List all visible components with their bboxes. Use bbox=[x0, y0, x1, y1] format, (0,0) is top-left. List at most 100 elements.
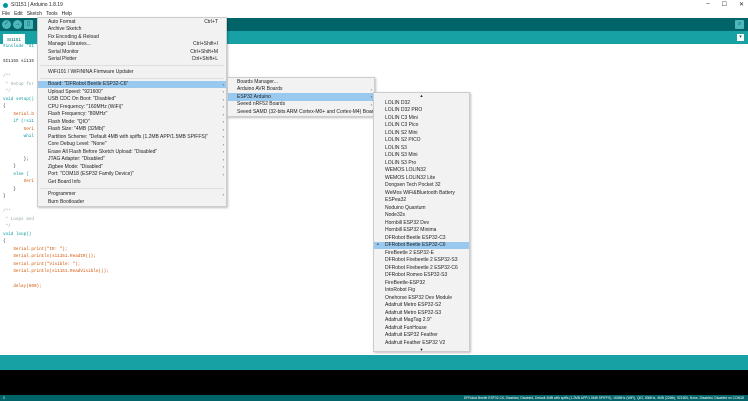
board-option[interactable]: Adafruit FunHouse bbox=[374, 324, 469, 332]
menu-item-label: Manage Libraries... bbox=[48, 41, 91, 48]
board-option[interactable]: Adafruit ESP32 Feather bbox=[374, 332, 469, 340]
tools-menu-item[interactable]: Archive Sketch bbox=[38, 26, 226, 34]
tools-menu-item[interactable]: Fix Encoding & Reload bbox=[38, 33, 226, 41]
board-option[interactable]: Hornbill ESP32 Dev bbox=[374, 219, 469, 227]
tools-menu-item[interactable]: Programmer › bbox=[38, 191, 226, 199]
board-option[interactable]: ESPea32 bbox=[374, 197, 469, 205]
board-option[interactable]: DFRobot Romeo ESP32-S3 bbox=[374, 272, 469, 280]
tools-menu-item[interactable]: USB CDC On Boot: "Disabled" › bbox=[38, 96, 226, 104]
verify-button[interactable]: ✓ bbox=[2, 20, 11, 29]
board-option[interactable]: LOLIN C3 Pico bbox=[374, 122, 469, 130]
board-option-label: Hornbill ESP32 Dev bbox=[385, 219, 430, 226]
board-option[interactable]: Adafruit Feather ESP32 V2 bbox=[374, 339, 469, 347]
board-option-label: DFRobot Beetle ESP32-C3 bbox=[385, 234, 446, 241]
tools-menu-item[interactable]: Get Board Info bbox=[38, 178, 226, 186]
tools-menu-item[interactable]: Board: "DFRobot Beetle ESP32-C6" › bbox=[38, 80, 226, 88]
menu-item-label: Upload Speed: "921600" bbox=[48, 88, 103, 95]
close-button[interactable]: ✕ bbox=[739, 1, 744, 8]
tools-menu-item[interactable]: WiFi101 / WiFiNINA Firmware Updater bbox=[38, 68, 226, 76]
boards-menu-item[interactable]: Seeed nRF52 Boards › bbox=[228, 101, 374, 109]
board-option[interactable]: LOLIN D32 PRO bbox=[374, 107, 469, 115]
chevron-right-icon: › bbox=[222, 126, 224, 132]
boards-menu-item[interactable]: Arduino AVR Boards › bbox=[228, 86, 374, 94]
chevron-right-icon: › bbox=[222, 134, 224, 140]
board-option[interactable]: LOLIN S3 Mini bbox=[374, 152, 469, 160]
menu-item-label: Port: "COM18 (ESP32 Family Device)" bbox=[48, 171, 134, 178]
new-button[interactable]: ▯ bbox=[24, 20, 33, 29]
serial-monitor-button[interactable]: ⌕ bbox=[735, 20, 744, 29]
board-option[interactable]: IntoRobot Fig bbox=[374, 287, 469, 295]
board-option[interactable]: LOLIN S3 bbox=[374, 144, 469, 152]
board-option[interactable]: WEMOS LOLIN32 bbox=[374, 167, 469, 175]
board-option[interactable]: Onehorse ESP32 Dev Module bbox=[374, 294, 469, 302]
board-option[interactable]: DFRobot Firebeetle 2 ESP32-S3 bbox=[374, 257, 469, 265]
boards-menu-item[interactable]: ESP32 Arduino › bbox=[228, 93, 374, 101]
board-option-label: Adafruit FunHouse bbox=[385, 324, 427, 331]
esp32-boards-submenu: ▲ LOLIN D32 LOLIN D32 PRO LOLIN C3 Mini LOL… bbox=[373, 92, 470, 352]
boards-menu-item[interactable]: Seeed SAMD (32-bits ARM Cortex-M0+ and C… bbox=[228, 108, 379, 116]
board-option-label: WEMOS LOLIN32 Lite bbox=[385, 174, 436, 181]
minimize-button[interactable]: – bbox=[706, 1, 709, 8]
menu-file[interactable]: File bbox=[2, 11, 10, 17]
tools-menu-item[interactable]: Manage Libraries... Ctrl+Shift+I bbox=[38, 41, 226, 49]
board-status: DFRobot Beetle ESP32-C6, Disabled, Disab… bbox=[463, 396, 744, 400]
chevron-right-icon: › bbox=[222, 149, 224, 155]
menu-item-label: Flash Size: "4MB (32Mb)" bbox=[48, 126, 106, 133]
board-option-label: Adafruit Feather ESP32 V2 bbox=[385, 339, 446, 346]
board-option-label: LOLIN S3 bbox=[385, 144, 407, 151]
line-number: 2 bbox=[3, 396, 5, 400]
tab-menu-button[interactable]: ▾ bbox=[737, 34, 744, 41]
board-option[interactable]: Dongsen Tech Pocket 32 bbox=[374, 182, 469, 190]
menu-item-label: Flash Mode: "QIO" bbox=[48, 118, 90, 125]
menu-item-label: Burn Bootloader bbox=[48, 198, 85, 205]
board-option[interactable]: WeMos WiFi&Bluetooth Battery bbox=[374, 189, 469, 197]
tools-menu-item[interactable]: Partition Scheme: "Default 4MB with spif… bbox=[38, 133, 226, 141]
boards-menu-item[interactable]: Boards Manager... bbox=[228, 78, 374, 86]
tools-menu-item[interactable]: Serial Plotter Ctrl+Shift+L bbox=[38, 56, 226, 64]
menu-edit[interactable]: Edit bbox=[14, 11, 23, 17]
menu-item-label: Seeed nRF52 Boards bbox=[237, 101, 286, 108]
board-option[interactable]: Node32s bbox=[374, 212, 469, 220]
board-option[interactable]: Adafruit MagTag 2.9" bbox=[374, 317, 469, 325]
tools-menu-item[interactable]: Burn Bootloader bbox=[38, 198, 226, 206]
tools-menu-item[interactable]: Upload Speed: "921600" › bbox=[38, 88, 226, 96]
tools-menu-item[interactable]: Serial Monitor Ctrl+Shift+M bbox=[38, 48, 226, 56]
scroll-down-arrow-icon[interactable]: ▼ bbox=[374, 347, 469, 353]
board-option[interactable]: DFRobot Beetle ESP32-C3 bbox=[374, 234, 469, 242]
board-option[interactable]: FireBeetle-ESP32 bbox=[374, 279, 469, 287]
tools-menu-item[interactable]: Auto Format Ctrl+T bbox=[38, 18, 226, 26]
board-option[interactable]: LOLIN S2 PICO bbox=[374, 137, 469, 145]
board-option[interactable]: DFRobot Firebeetle 2 ESP32-C6 bbox=[374, 264, 469, 272]
upload-button[interactable]: → bbox=[13, 20, 22, 29]
tools-menu-item[interactable]: Flash Mode: "QIO" › bbox=[38, 118, 226, 126]
board-option[interactable]: LOLIN S3 Pro bbox=[374, 159, 469, 167]
board-option[interactable]: LOLIN C3 Mini bbox=[374, 114, 469, 122]
board-option[interactable]: FireBeetle 2 ESP32-E bbox=[374, 249, 469, 257]
board-option[interactable]: Noduino Quantum bbox=[374, 204, 469, 212]
board-option[interactable]: • DFRobot Beetle ESP32-C6 bbox=[374, 241, 469, 249]
board-option[interactable]: Adafruit Metro ESP32-S3 bbox=[374, 309, 469, 317]
board-option[interactable]: Hornbill ESP32 Minima bbox=[374, 227, 469, 235]
menu-item-label: Programmer bbox=[48, 191, 76, 198]
chevron-right-icon: › bbox=[222, 141, 224, 147]
tools-menu-item[interactable]: Zigbee Mode: "Disabled" › bbox=[38, 163, 226, 171]
tools-menu-item[interactable]: Flash Size: "4MB (32Mb)" › bbox=[38, 126, 226, 134]
tools-menu-item[interactable]: JTAG Adapter: "Disabled" › bbox=[38, 156, 226, 164]
menu-item-label: Partition Scheme: "Default 4MB with spif… bbox=[48, 133, 209, 140]
tab-sketch[interactable]: SI1151 bbox=[3, 34, 25, 44]
chevron-right-icon: › bbox=[222, 89, 224, 95]
chevron-right-icon: › bbox=[222, 111, 224, 117]
maximize-button[interactable]: ☐ bbox=[722, 1, 727, 8]
board-option[interactable]: LOLIN S2 Mini bbox=[374, 129, 469, 137]
tools-menu-item[interactable]: CPU Frequency: "160MHz (WiFi)" › bbox=[38, 103, 226, 111]
window-title: SI1151 | Arduino 1.8.19 bbox=[11, 2, 63, 8]
board-option[interactable]: WEMOS LOLIN32 Lite bbox=[374, 174, 469, 182]
tools-menu-item[interactable]: Port: "COM18 (ESP32 Family Device)" › bbox=[38, 171, 226, 179]
tools-menu-item[interactable]: Erase All Flash Before Sketch Upload: "D… bbox=[38, 148, 226, 156]
menu-item-shortcut: Ctrl+Shift+M bbox=[190, 48, 218, 55]
board-option[interactable]: Adafruit Metro ESP32-S2 bbox=[374, 302, 469, 310]
tools-menu-item[interactable]: Core Debug Level: "None" › bbox=[38, 141, 226, 149]
menu-separator bbox=[40, 187, 224, 189]
tools-menu-item[interactable]: Flash Frequency: "80MHz" › bbox=[38, 111, 226, 119]
board-option[interactable]: LOLIN D32 bbox=[374, 99, 469, 107]
